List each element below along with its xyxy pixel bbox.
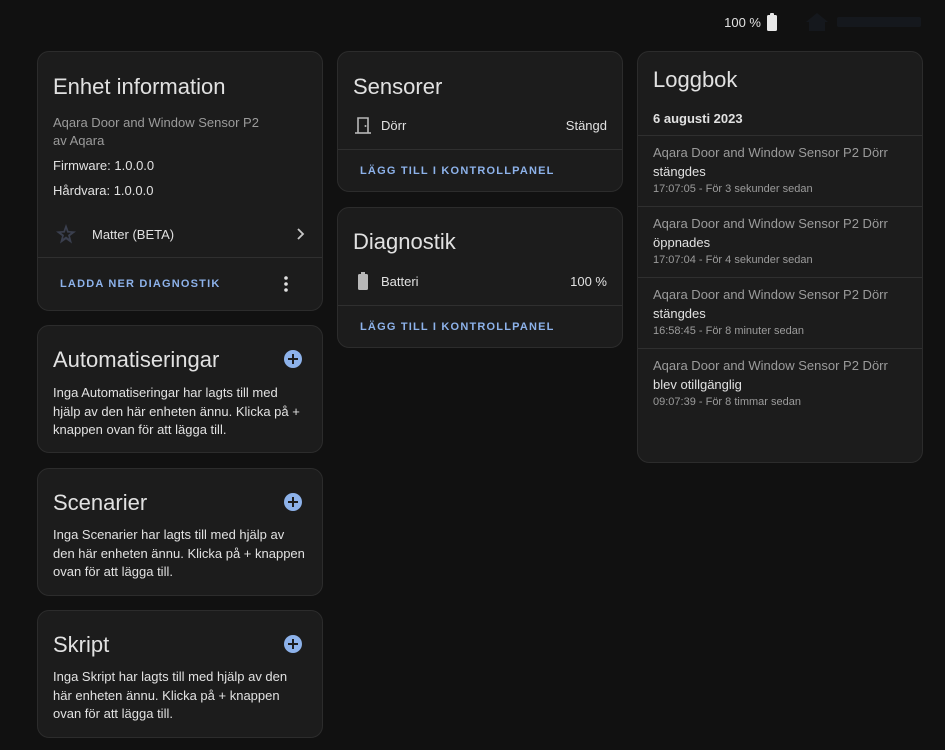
sensors-card: Sensorer Dörr Stängd LÄGG TILL I KONTROL… — [337, 51, 623, 192]
home-logo-icon — [806, 13, 828, 31]
logbook-title: Loggbok — [653, 67, 738, 92]
log-entry-source: Aqara Door and Window Sensor P2 Dörr — [653, 287, 888, 302]
scenes-title: Scenarier — [53, 490, 148, 515]
log-entry-time: 16:58:45 - För 8 minuter sedan — [653, 325, 805, 337]
log-entry[interactable]: Aqara Door and Window Sensor P2 Dörr öppn… — [638, 214, 922, 266]
log-entry[interactable]: Aqara Door and Window Sensor P2 Dörr stän… — [638, 285, 922, 337]
log-entry-time: 17:07:04 - För 4 sekunder sedan — [653, 254, 813, 266]
log-entry-time: 17:07:05 - För 3 sekunder sedan — [653, 183, 813, 195]
scripts-title: Skript — [53, 632, 110, 657]
scenes-description: Inga Scenarier har lagts till med hjälp … — [53, 527, 305, 579]
device-firmware: Firmware: 1.0.0.0 — [53, 158, 155, 173]
log-entry[interactable]: Aqara Door and Window Sensor P2 Dörr ble… — [638, 356, 908, 408]
device-model: Aqara Door and Window Sensor P2 — [53, 115, 259, 130]
chevron-right-icon — [297, 228, 305, 240]
sensor-door-row[interactable]: Dörr Stängd — [338, 107, 622, 143]
scripts-card: Skript Inga Skript har lagts till med hj… — [37, 610, 323, 738]
add-sensors-to-dashboard-button[interactable]: LÄGG TILL I KONTROLLPANEL — [360, 165, 555, 177]
download-diagnostics-button[interactable]: LADDA NER DIAGNOSTIK — [60, 278, 220, 290]
log-divider — [638, 135, 922, 136]
integration-row[interactable]: Matter (BETA) — [38, 216, 322, 252]
scenes-card: Scenarier Inga Scenarier har lagts till … — [37, 468, 323, 596]
log-entry-state: öppnades — [653, 235, 711, 250]
integration-label: Matter (BETA) — [92, 226, 175, 242]
battery-status: 100 % — [724, 13, 777, 31]
card-divider — [338, 305, 622, 306]
automations-description: Inga Automatiseringar har lagts till med… — [53, 385, 300, 437]
brand-logo — [805, 12, 921, 32]
automations-card: Automatiseringar Inga Automatiseringar h… — [37, 325, 323, 453]
log-divider — [638, 277, 922, 278]
log-entry-source: Aqara Door and Window Sensor P2 Dörr — [653, 216, 888, 231]
log-entry-time: 09:07:39 - För 8 timmar sedan — [653, 396, 801, 408]
diagnostic-battery-label: Batteri — [381, 273, 419, 289]
log-divider — [638, 206, 922, 207]
card-divider — [38, 257, 322, 258]
logbook-card: Loggbok 6 augusti 2023 Aqara Door and Wi… — [637, 51, 923, 463]
log-entry-state: blev otillgänglig — [653, 377, 742, 392]
device-info-card: Enhet information Aqara Door and Window … — [37, 51, 323, 311]
device-info-title: Enhet information — [53, 74, 226, 99]
add-automation-button[interactable] — [284, 350, 302, 368]
battery-full-icon — [767, 13, 777, 31]
battery-icon — [358, 272, 368, 290]
matter-logo-icon — [56, 224, 76, 244]
add-diagnostics-to-dashboard-button[interactable]: LÄGG TILL I KONTROLLPANEL — [360, 321, 555, 333]
log-divider — [638, 348, 922, 349]
log-entry-state: stängdes — [653, 164, 706, 179]
more-options-icon[interactable] — [283, 275, 289, 293]
sensor-door-state: Stängd — [565, 117, 607, 133]
top-bar: 100 % — [0, 0, 945, 46]
scripts-description: Inga Skript har lagts till med hjälp av … — [53, 669, 288, 721]
log-entry-source: Aqara Door and Window Sensor P2 Dörr — [653, 145, 888, 160]
add-scene-button[interactable] — [284, 493, 302, 511]
device-hardware: Hårdvara: 1.0.0.0 — [53, 183, 154, 198]
automations-title: Automatiseringar — [53, 347, 220, 372]
device-manufacturer: av Aqara — [53, 133, 105, 148]
diagnostics-card: Diagnostik Batteri 100 % LÄGG TILL I KON… — [337, 207, 623, 348]
log-entry[interactable]: Aqara Door and Window Sensor P2 Dörr stän… — [638, 143, 922, 195]
diagnostic-battery-row[interactable]: Batteri 100 % — [338, 263, 622, 299]
battery-percentage: 100 % — [724, 14, 761, 30]
door-icon — [355, 117, 371, 134]
diagnostics-title: Diagnostik — [353, 229, 456, 254]
log-entry-state: stängdes — [653, 306, 706, 321]
add-script-button[interactable] — [284, 635, 302, 653]
log-entry-source: Aqara Door and Window Sensor P2 Dörr — [653, 358, 888, 373]
sensor-door-label: Dörr — [381, 117, 407, 133]
sensors-title: Sensorer — [353, 74, 443, 99]
card-divider — [338, 149, 622, 150]
diagnostic-battery-value: 100 % — [570, 273, 607, 289]
logbook-date: 6 augusti 2023 — [653, 111, 743, 126]
